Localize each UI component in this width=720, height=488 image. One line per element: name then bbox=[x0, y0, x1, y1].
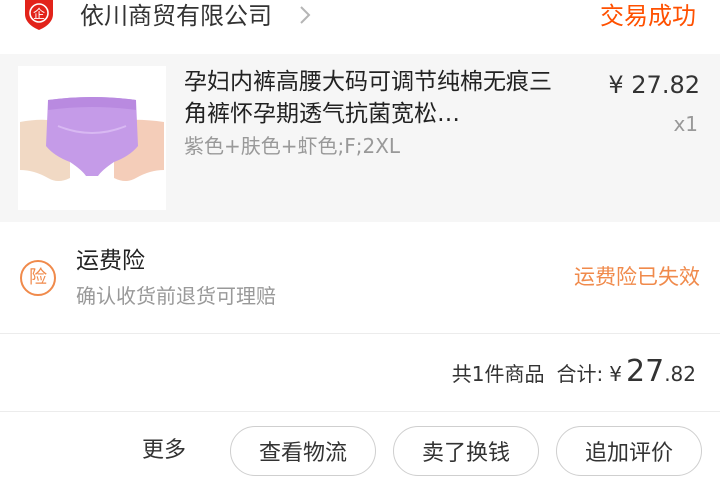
order-summary: 共1件商品 合计: ¥ 27 .82 bbox=[0, 334, 720, 412]
insurance-icon: 险 bbox=[20, 260, 56, 296]
chevron-right-icon[interactable] bbox=[294, 4, 316, 26]
summary-text: 共1件商品 合计: ¥ 27 .82 bbox=[452, 354, 696, 389]
product-item[interactable]: 孕妇内裤高腰大码可调节纯棉无痕三角裤怀孕期透气抗菌宽松… 紫色+肤色+虾色;F;… bbox=[0, 54, 720, 222]
order-actions: 更多 查看物流 卖了换钱 追加评价 bbox=[0, 412, 720, 488]
shop-shield-icon: 企 bbox=[22, 0, 56, 30]
view-logistics-button[interactable]: 查看物流 bbox=[230, 426, 376, 476]
product-price: ¥ 27.82 bbox=[608, 71, 700, 99]
item-count: 共1件商品 bbox=[451, 362, 545, 386]
shop-icon-glyph: 企 bbox=[33, 6, 45, 21]
more-button[interactable]: 更多 bbox=[142, 436, 186, 466]
shipping-insurance[interactable]: 险 运费险 确认收货前退货可理赔 运费险已失效 bbox=[0, 222, 720, 334]
shop-name[interactable]: 依川商贸有限公司 bbox=[80, 2, 272, 30]
insurance-title: 运费险 bbox=[76, 248, 145, 274]
insurance-description: 确认收货前退货可理赔 bbox=[76, 284, 276, 308]
add-review-button[interactable]: 追加评价 bbox=[556, 426, 702, 476]
total-amount-integer: 27 bbox=[626, 354, 665, 389]
product-quantity: x1 bbox=[673, 112, 698, 136]
total-label: 合计: bbox=[556, 362, 604, 386]
resell-button[interactable]: 卖了换钱 bbox=[393, 426, 539, 476]
product-thumbnail[interactable] bbox=[18, 66, 166, 210]
product-sku: 紫色+肤色+虾色;F;2XL bbox=[184, 134, 401, 158]
product-title[interactable]: 孕妇内裤高腰大码可调节纯棉无痕三角裤怀孕期透气抗菌宽松… bbox=[184, 66, 558, 130]
shop-header[interactable]: 企 依川商贸有限公司 交易成功 bbox=[0, 0, 720, 54]
total-currency: ¥ bbox=[609, 362, 622, 386]
order-status: 交易成功 bbox=[600, 2, 696, 30]
insurance-status: 运费险已失效 bbox=[574, 265, 700, 289]
total-amount-decimal: .82 bbox=[664, 362, 696, 386]
